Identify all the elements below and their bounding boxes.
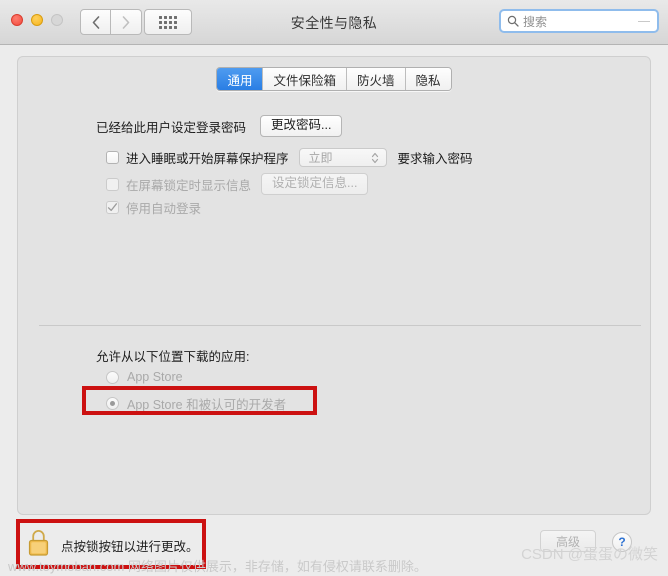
require-password-trailing-label: 要求输入密码 <box>397 152 473 166</box>
lock-message-text: 点按锁按钮以进行更改。 <box>61 539 199 554</box>
download-option-app-store-identified[interactable]: App Store 和被认可的开发者 <box>106 394 286 413</box>
tab-privacy[interactable]: 隐私 <box>405 68 451 90</box>
require-password-row: 进入睡眠或开始屏幕保护程序 立即 要求输入密码 <box>106 148 473 167</box>
radio-selected-dot <box>110 401 115 406</box>
search-field[interactable]: 搜索 <box>499 9 659 33</box>
require-password-delay-value: 立即 <box>308 151 333 165</box>
lock-message-checkbox[interactable] <box>106 177 119 191</box>
preference-tabs: 通用 文件保险箱 防火墙 隐私 <box>0 67 668 91</box>
radio-app-store[interactable] <box>106 370 119 384</box>
tab-firewall[interactable]: 防火墙 <box>347 68 406 90</box>
search-placeholder: 搜索 <box>523 14 548 29</box>
disable-auto-login-row: 停用自动登录 <box>106 198 201 217</box>
stepper-chevrons-icon <box>371 152 378 164</box>
change-password-button[interactable]: 更改密码... <box>260 115 343 137</box>
search-icon <box>507 15 519 27</box>
checkmark-icon <box>107 203 118 212</box>
downloads-section-title: 允许从以下位置下载的应用: <box>96 350 250 364</box>
password-status-row: 已经给此用户设定登录密码 更改密码... <box>96 115 343 137</box>
radio-app-store-identified[interactable] <box>106 397 119 410</box>
section-divider <box>39 325 641 326</box>
preferences-panel: 已经给此用户设定登录密码 更改密码... 进入睡眠或开始屏幕保护程序 立即 要求… <box>17 56 651 515</box>
require-password-checkbox[interactable] <box>106 151 119 164</box>
window-titlebar: 安全性与隐私 搜索 <box>0 0 668 45</box>
watermark-bottom: www.toymoban.com 网络图片仅供展示，非存储，如有侵权请联系删除。 <box>8 559 427 574</box>
watermark-csdn: CSDN @蛋蛋の微笑 <box>521 546 658 563</box>
password-status-label: 已经给此用户设定登录密码 <box>96 120 247 135</box>
radio-app-store-label: App Store <box>127 370 183 384</box>
tab-filevault[interactable]: 文件保险箱 <box>263 68 347 90</box>
require-password-label: 进入睡眠或开始屏幕保护程序 <box>126 152 289 166</box>
require-password-delay-select[interactable]: 立即 <box>298 148 387 167</box>
radio-app-store-identified-label: App Store 和被认可的开发者 <box>127 398 287 412</box>
disable-auto-login-label: 停用自动登录 <box>126 202 202 216</box>
search-divider <box>638 20 650 22</box>
disable-auto-login-checkbox[interactable] <box>106 201 119 214</box>
tab-general[interactable]: 通用 <box>217 68 264 90</box>
set-lock-message-button: 设定锁定信息... <box>261 173 369 195</box>
lock-message-label: 在屏幕锁定时显示信息 <box>126 178 252 193</box>
lock-message-row: 在屏幕锁定时显示信息 设定锁定信息... <box>106 173 369 195</box>
download-option-app-store[interactable]: App Store <box>106 370 183 384</box>
